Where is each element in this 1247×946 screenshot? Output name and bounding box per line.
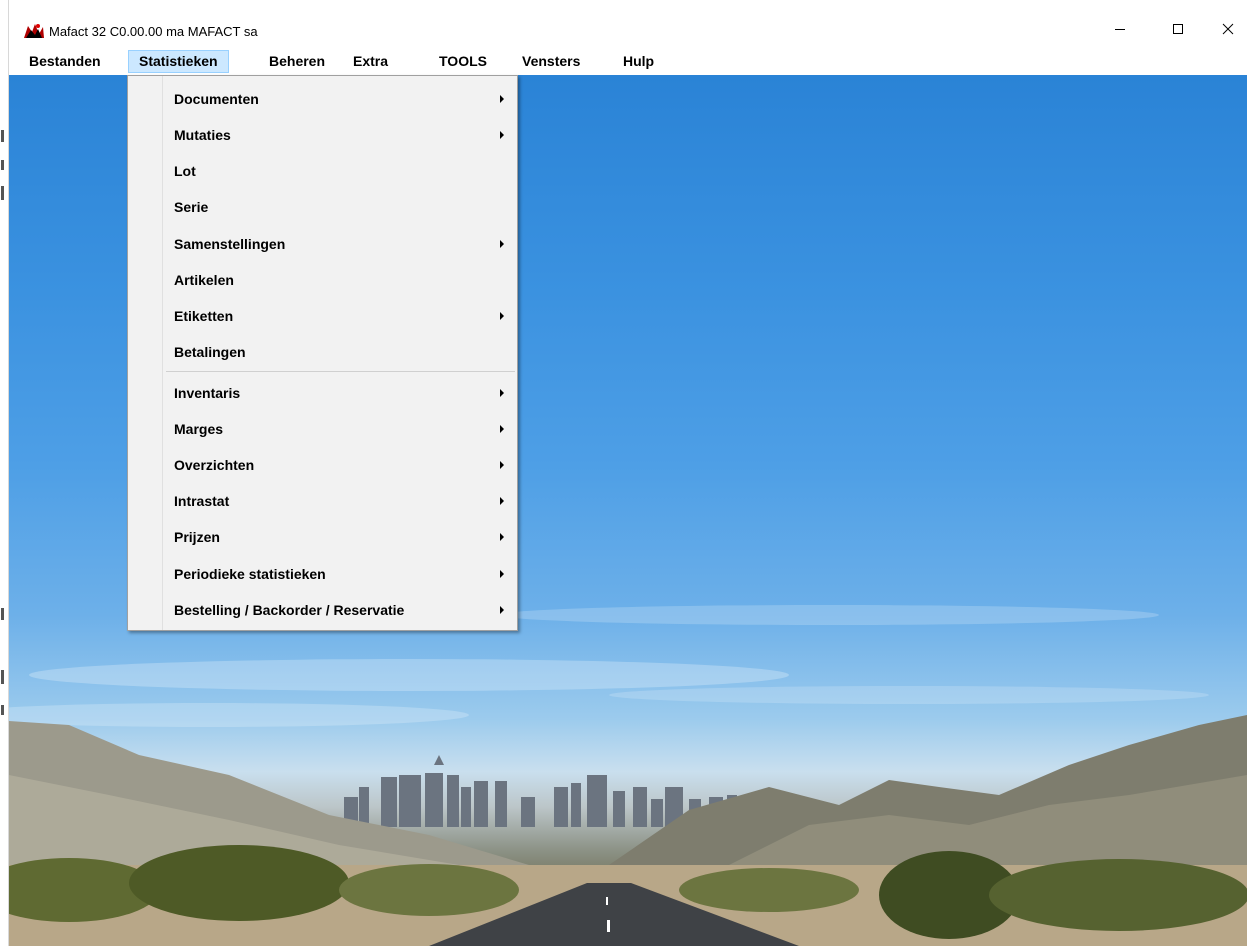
menu-beheren[interactable]: Beheren	[259, 50, 335, 73]
minimize-icon	[1115, 29, 1125, 30]
submenu-arrow-icon	[500, 131, 504, 139]
maximize-icon	[1173, 24, 1183, 34]
submenu-arrow-icon	[500, 533, 504, 541]
menu-item-periodieke-statistieken[interactable]: Periodieke statistieken	[129, 559, 517, 589]
menu-item-label: Artikelen	[174, 272, 234, 288]
menu-item-label: Marges	[174, 421, 224, 437]
statistieken-dropdown-menu: Documenten Mutaties Lot Serie Samenstell…	[127, 75, 518, 631]
title-bar[interactable]: Mafact 32 C0.00.00 ma MAFACT sa	[9, 0, 1247, 46]
submenu-arrow-icon	[500, 570, 504, 578]
menu-item-label: Prijzen	[174, 529, 220, 545]
background-window-edge	[0, 0, 9, 946]
menu-separator	[166, 371, 515, 372]
menu-item-label: Periodieke statistieken	[174, 566, 326, 582]
menu-item-bestelling-backorder-reservatie[interactable]: Bestelling / Backorder / Reservatie	[129, 595, 517, 625]
menu-item-documenten[interactable]: Documenten	[129, 84, 517, 114]
menu-item-prijzen[interactable]: Prijzen	[129, 522, 517, 552]
menu-item-samenstellingen[interactable]: Samenstellingen	[129, 229, 517, 259]
menu-item-label: Betalingen	[174, 344, 246, 360]
menu-item-betalingen[interactable]: Betalingen	[129, 337, 517, 367]
submenu-arrow-icon	[500, 312, 504, 320]
menu-item-artikelen[interactable]: Artikelen	[129, 265, 517, 295]
menu-item-overzichten[interactable]: Overzichten	[129, 450, 517, 480]
menu-hulp[interactable]: Hulp	[613, 50, 664, 73]
menu-item-etiketten[interactable]: Etiketten	[129, 301, 517, 331]
maximize-button[interactable]	[1155, 12, 1201, 46]
menu-item-marges[interactable]: Marges	[129, 414, 517, 444]
menu-item-label: Inventaris	[174, 385, 241, 401]
menu-item-intrastat[interactable]: Intrastat	[129, 486, 517, 516]
submenu-arrow-icon	[500, 497, 504, 505]
menu-item-serie[interactable]: Serie	[129, 192, 517, 222]
menu-item-label: Serie	[174, 199, 209, 215]
menu-bestanden[interactable]: Bestanden	[19, 50, 111, 73]
menu-item-label: Overzichten	[174, 457, 255, 473]
mafact-logo-icon[interactable]	[23, 22, 45, 40]
menu-item-label: Intrastat	[174, 493, 230, 509]
menu-item-label: Mutaties	[174, 127, 231, 143]
menu-item-label: Lot	[174, 163, 196, 179]
menu-statistieken[interactable]: Statistieken	[128, 50, 229, 73]
submenu-arrow-icon	[500, 240, 504, 248]
menu-item-label: Documenten	[174, 91, 259, 107]
submenu-arrow-icon	[500, 95, 504, 103]
submenu-arrow-icon	[500, 606, 504, 614]
menu-item-inventaris[interactable]: Inventaris	[129, 378, 517, 408]
submenu-arrow-icon	[500, 461, 504, 469]
close-button[interactable]	[1205, 12, 1247, 46]
minimize-button[interactable]	[1097, 12, 1143, 46]
window-title: Mafact 32 C0.00.00 ma MAFACT sa	[49, 24, 258, 39]
menu-tools[interactable]: TOOLS	[429, 50, 497, 73]
menu-item-lot[interactable]: Lot	[129, 156, 517, 186]
menu-item-label: Bestelling / Backorder / Reservatie	[174, 602, 405, 618]
submenu-arrow-icon	[500, 425, 504, 433]
menu-item-mutaties[interactable]: Mutaties	[129, 120, 517, 150]
menu-item-label: Etiketten	[174, 308, 234, 324]
close-icon	[1222, 23, 1234, 35]
menu-bar: Bestanden Statistieken Beheren Extra TOO…	[9, 49, 1247, 75]
menu-extra[interactable]: Extra	[343, 50, 398, 73]
submenu-arrow-icon	[500, 389, 504, 397]
menu-item-label: Samenstellingen	[174, 236, 286, 252]
menu-vensters[interactable]: Vensters	[512, 50, 590, 73]
